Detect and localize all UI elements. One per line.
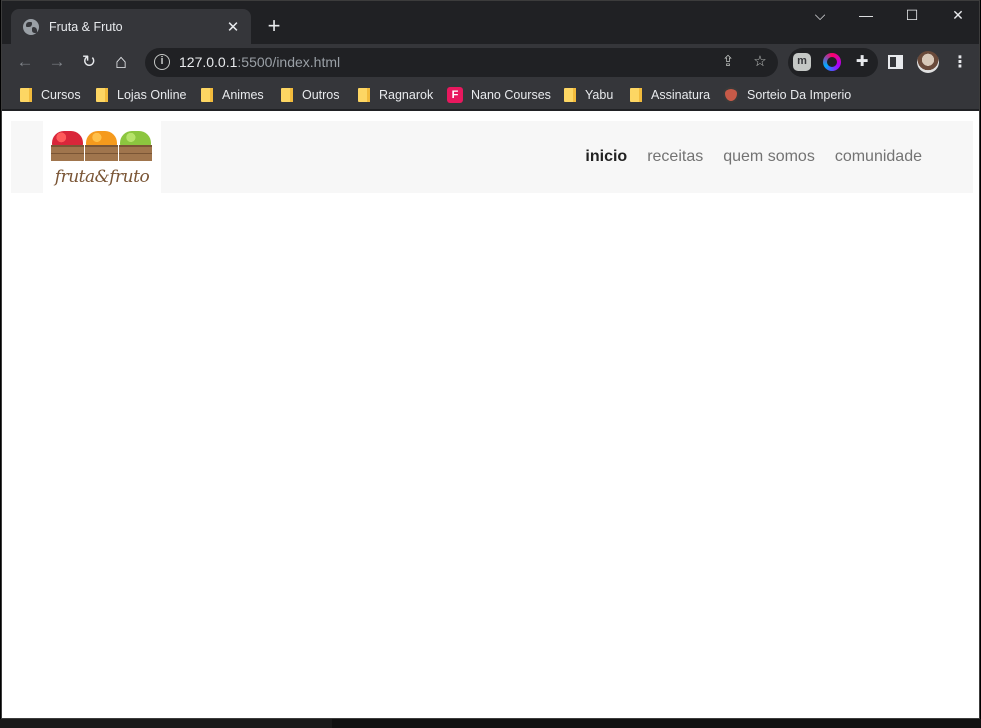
close-window-button[interactable]: ✕ [948,7,968,24]
bookmark-nano-courses[interactable]: F Nano Courses [447,86,551,104]
new-tab-button[interactable]: + [264,13,284,39]
puzzle-extensions-icon[interactable]: ✚ [853,53,871,71]
bookmarks-bar: Cursos Lojas Online Animes Outros Ragnar… [2,80,979,110]
home-icon[interactable]: ⌂ [111,52,131,72]
nav-link-quem-somos[interactable]: quem somos [723,148,815,166]
bookmark-label: Ragnarok [379,88,434,102]
bookmark-assinatura[interactable]: Assinatura [630,86,710,104]
main-nav: inicio receitas quem somos comunidade [585,121,922,193]
apple-crate [51,129,84,163]
globe-icon [23,18,39,35]
bookmark-outros[interactable]: Outros [281,86,340,104]
color-ring-extension-icon[interactable] [823,53,841,71]
folder-icon [358,88,370,102]
reload-icon[interactable]: ↻ [79,52,99,72]
minimize-button[interactable]: — [856,7,876,23]
folder-icon [201,88,213,102]
folder-icon [96,88,108,102]
kebab-menu-icon[interactable]: ⋮ [950,52,970,72]
bookmark-label: Assinatura [651,88,711,102]
bookmark-label: Sorteio Da Imperio [747,88,852,102]
bookmark-label: Cursos [41,88,81,102]
tab-close-icon[interactable]: ✕ [225,18,241,36]
folder-icon [630,88,642,102]
page-viewport: fruta&fruto inicio receitas quem somos c… [2,111,979,718]
bookmark-label: Yabu [585,88,614,102]
nav-link-inicio[interactable]: inicio [585,148,627,166]
back-arrow-icon[interactable]: ← [15,52,35,72]
bookmark-cursos[interactable]: Cursos [20,86,81,104]
bookmark-sorteio-da-imperio[interactable]: Sorteio Da Imperio [723,86,851,104]
browser-tab[interactable]: Fruta & Fruto ✕ [11,9,251,44]
maximize-button[interactable]: ☐ [902,7,922,24]
shield-icon [723,87,739,103]
crate-box [85,145,118,161]
site-logo[interactable]: fruta&fruto [43,121,161,193]
bookmark-ragnarok[interactable]: Ragnarok [358,86,433,104]
folder-icon [281,88,293,102]
bookmark-animes[interactable]: Animes [201,86,264,104]
tab-title: Fruta & Fruto [49,19,123,34]
address-bar[interactable]: i 127.0.0.1:5500/index.html ⇪ ☆ [145,48,778,77]
tab-search-icon[interactable]: ⌵ [810,7,830,24]
bookmark-lojas-online[interactable]: Lojas Online [96,86,187,104]
url-text[interactable]: 127.0.0.1:5500/index.html [179,54,340,70]
bookmark-label: Outros [302,88,340,102]
url-host: 127.0.0.1 [179,54,238,70]
side-panel-icon[interactable] [888,55,903,69]
bookmark-label: Animes [222,88,264,102]
site-header: fruta&fruto inicio receitas quem somos c… [11,121,973,193]
extensions-group: m ✚ [788,48,878,77]
browser-toolbar: ← → ↻ ⌂ i 127.0.0.1:5500/index.html ⇪ ☆ … [2,44,979,80]
mendeley-extension-icon[interactable]: m [793,53,811,71]
fruit-crates-image [51,129,153,163]
url-path: :5500/index.html [237,54,341,70]
nav-link-comunidade[interactable]: comunidade [835,148,922,166]
profile-avatar[interactable] [917,51,939,73]
folder-icon [564,88,576,102]
forward-arrow-icon[interactable]: → [47,52,67,72]
browser-window: Fruta & Fruto ✕ + ⌵ — ☐ ✕ ← → ↻ ⌂ i 127.… [1,0,980,719]
bookmark-yabu[interactable]: Yabu [564,86,613,104]
crate-box [119,145,152,161]
nano-courses-icon: F [447,87,463,103]
nav-link-receitas[interactable]: receitas [647,148,703,166]
bookmark-star-icon[interactable]: ☆ [750,52,770,72]
folder-icon [20,88,32,102]
lime-crate [119,129,152,163]
share-icon[interactable]: ⇪ [718,52,738,72]
desktop-taskbar-edge [0,719,981,728]
orange-crate [85,129,118,163]
site-info-icon[interactable]: i [154,54,170,70]
bookmark-label: Nano Courses [471,88,551,102]
bookmark-label: Lojas Online [117,88,187,102]
crate-box [51,145,84,161]
desktop-left-panel [0,719,332,728]
title-bar: Fruta & Fruto ✕ + ⌵ — ☐ ✕ [2,1,979,44]
logo-wordmark: fruta&fruto [54,167,150,187]
